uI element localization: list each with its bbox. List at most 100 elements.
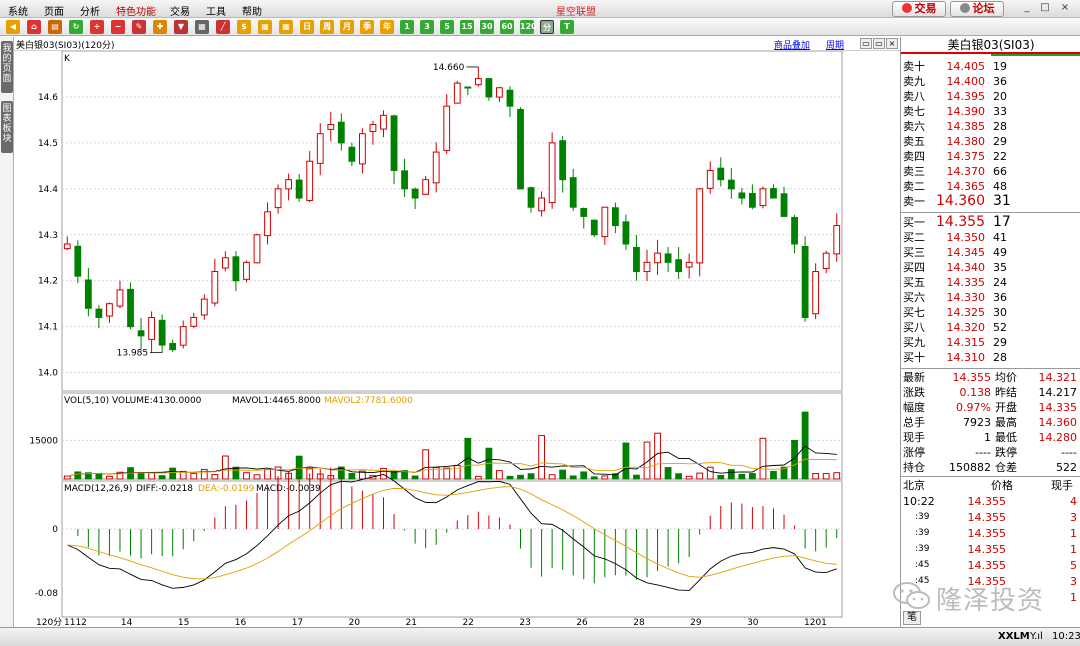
period-button-5[interactable]: 1 xyxy=(400,20,414,34)
close-icon[interactable]: × xyxy=(886,38,898,49)
draw-icon[interactable]: ╱ xyxy=(216,20,230,34)
table-icon[interactable]: ▦ xyxy=(195,20,209,34)
candle-body xyxy=(158,319,166,346)
candle-body xyxy=(253,234,261,264)
period-button-7[interactable]: 5 xyxy=(440,20,454,34)
candle-body xyxy=(527,187,535,208)
bid-row[interactable]: 买二 14.350 41 xyxy=(901,230,1080,245)
list-icon[interactable]: ▤ xyxy=(48,20,62,34)
macd-legend: MACD(12,26,9) xyxy=(64,484,132,494)
home-icon[interactable]: ⌂ xyxy=(27,20,41,34)
bid-row[interactable]: 买三 14.345 49 xyxy=(901,245,1080,260)
overlay-link[interactable]: 商品叠加 xyxy=(774,38,810,51)
period-button-2[interactable]: 月 xyxy=(340,20,354,34)
ask-row[interactable]: 卖九 14.400 36 xyxy=(901,74,1080,89)
period-button-3[interactable]: 季 xyxy=(360,20,374,34)
tab-chart-board[interactable]: 图表板块 xyxy=(1,101,13,153)
filter-icon[interactable]: ▼ xyxy=(174,20,188,34)
trade-button[interactable]: 交易 xyxy=(892,1,946,17)
trade-row: :39 14.355 1 xyxy=(901,526,1080,541)
ob-price: 14.345 xyxy=(946,246,986,259)
menu-help[interactable]: 帮助 xyxy=(242,3,262,18)
candle-body xyxy=(801,245,809,318)
zoom-out-icon[interactable]: − xyxy=(111,20,125,34)
menu-features[interactable]: 特色功能 xyxy=(116,3,156,18)
candle-body xyxy=(517,108,524,190)
bid-row[interactable]: 买九 14.315 29 xyxy=(901,335,1080,350)
menu-tools[interactable]: 工具 xyxy=(206,3,226,18)
layout-icon[interactable]: ▭ xyxy=(873,38,885,49)
bid-row[interactable]: 买七 14.325 30 xyxy=(901,305,1080,320)
chart-area: 美白银03(SI03)(120分) 商品叠加 周期 ▭ ▭ × K 14.0 14.… xyxy=(14,37,900,627)
minimize-button[interactable]: _ xyxy=(1020,2,1034,15)
period-button-9[interactable]: 30 xyxy=(480,20,494,34)
candle-body xyxy=(749,193,756,208)
period-link[interactable]: 周期 xyxy=(826,38,844,51)
calendar-icon[interactable]: ▦ xyxy=(258,20,272,34)
period-button-0[interactable]: 日 xyxy=(300,20,314,34)
menu-page[interactable]: 页面 xyxy=(44,3,64,18)
ask-row[interactable]: 卖五 14.380 29 xyxy=(901,134,1080,149)
trades-header-cell: 北京 xyxy=(903,479,925,492)
bid-row[interactable]: 买四 14.340 35 xyxy=(901,260,1080,275)
ask-row[interactable]: 卖七 14.390 33 xyxy=(901,104,1080,119)
ask-row[interactable]: 卖三 14.370 66 xyxy=(901,164,1080,179)
layout-icon[interactable]: ▭ xyxy=(860,38,872,49)
period-button-6[interactable]: 3 xyxy=(420,20,434,34)
candle-body xyxy=(411,188,419,199)
divider xyxy=(901,212,1080,213)
candle-body xyxy=(580,208,588,217)
period-button-13[interactable]: T xyxy=(560,20,574,34)
menu-trade[interactable]: 交易 xyxy=(170,3,190,18)
chart-svg[interactable]: K14.014.114.214.314.414.514.614.66013.98… xyxy=(14,51,900,627)
candle-body xyxy=(643,261,651,273)
ask-row[interactable]: 卖一 14.360 31 xyxy=(901,194,1080,209)
candle-body xyxy=(738,192,746,199)
ob-price: 14.390 xyxy=(946,105,986,118)
bid-row[interactable]: 买一 14.355 17 xyxy=(901,215,1080,230)
period-button-1[interactable]: 周 xyxy=(320,20,334,34)
volume-bar xyxy=(232,466,240,480)
watermark-text: 隆泽投资 xyxy=(936,586,1045,616)
quote-row: 总手 7923 最高 14.360 xyxy=(901,415,1080,430)
pen-icon[interactable]: ✎ xyxy=(132,20,146,34)
bid-row[interactable]: 买八 14.320 52 xyxy=(901,320,1080,335)
ask-row[interactable]: 卖六 14.385 28 xyxy=(901,119,1080,134)
bid-row[interactable]: 买六 14.330 36 xyxy=(901,290,1080,305)
ask-row[interactable]: 卖四 14.375 22 xyxy=(901,149,1080,164)
calendar-icon[interactable]: ▦ xyxy=(279,20,293,34)
ask-row[interactable]: 卖二 14.365 48 xyxy=(901,179,1080,194)
tab-my-page[interactable]: 我的页面 xyxy=(1,41,13,93)
period-button-8[interactable]: 15 xyxy=(460,20,474,34)
pin-icon[interactable]: ✚ xyxy=(153,20,167,34)
maximize-button[interactable]: □ xyxy=(1038,2,1052,15)
ask-row[interactable]: 卖八 14.395 20 xyxy=(901,89,1080,104)
trade-price: 14.355 xyxy=(967,495,1007,508)
candle-body xyxy=(453,82,461,104)
x-tick-label: 29 xyxy=(690,618,702,627)
ob-label: 买六 xyxy=(903,291,925,304)
title-underline xyxy=(991,54,1080,56)
x-tick-label: 30 xyxy=(747,618,759,627)
menu-system[interactable]: 系统 xyxy=(8,3,28,18)
forum-button[interactable]: 论坛 xyxy=(950,1,1004,17)
menu-analysis[interactable]: 分析 xyxy=(80,3,100,18)
ticker-icon[interactable]: $ xyxy=(237,20,251,34)
period-button-10[interactable]: 60 xyxy=(500,20,514,34)
volume-bar xyxy=(190,472,198,480)
quote-value: ---- xyxy=(975,446,991,459)
period-button-11[interactable]: 120 xyxy=(520,20,537,34)
period-button-12[interactable]: 分 xyxy=(540,20,554,34)
back-icon[interactable]: ◀ xyxy=(6,20,20,34)
x-tick-label: 20 xyxy=(349,618,361,627)
x-tick-label: 14 xyxy=(121,618,133,627)
close-button[interactable]: × xyxy=(1058,2,1072,15)
candle-body xyxy=(169,342,177,351)
bid-row[interactable]: 买五 14.335 24 xyxy=(901,275,1080,290)
ask-row[interactable]: 卖十 14.405 19 xyxy=(901,59,1080,74)
refresh-icon[interactable]: ↻ xyxy=(69,20,83,34)
candle-body xyxy=(601,206,609,238)
period-button-4[interactable]: 年 xyxy=(380,20,394,34)
zoom-in-icon[interactable]: + xyxy=(90,20,104,34)
bid-row[interactable]: 买十 14.310 28 xyxy=(901,350,1080,365)
